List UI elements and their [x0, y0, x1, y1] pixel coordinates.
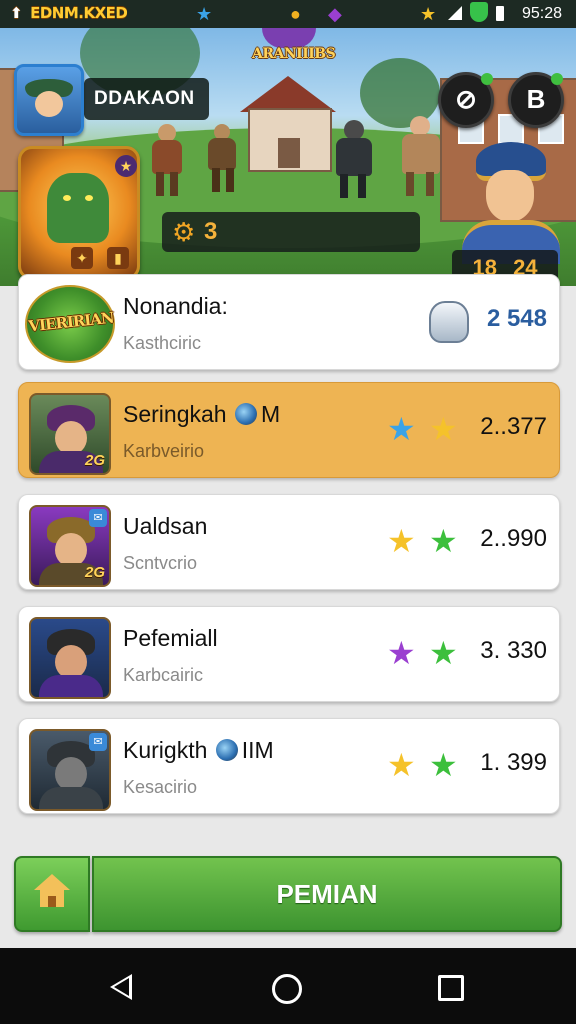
player-avatar[interactable] [14, 64, 84, 136]
bottom-action-bar: PEMIAN [14, 856, 562, 932]
home-icon [34, 874, 70, 910]
list-item-score: 2..377 [480, 413, 547, 440]
status-time: 95:28 [521, 5, 562, 22]
gold-star-icon: ★ [387, 523, 416, 559]
play-button[interactable]: PEMIAN [92, 856, 562, 932]
compass-icon: ⊘ [455, 84, 477, 114]
blue-star-icon: ★ [196, 4, 213, 24]
list-item[interactable]: ✉ Kurigkth IIM Kesacirio ★ ★ 1. 399 [18, 718, 560, 814]
gold-star-icon: ★ [429, 411, 458, 447]
notification-dot [551, 73, 563, 85]
purple-gem-icon: ◆ [328, 4, 342, 24]
signal-icon [448, 6, 462, 20]
book-icon: ▮ [107, 247, 129, 269]
list-item-highlighted[interactable]: 2G Seringkah M Karbveirio ★ ★ 2..377 [18, 382, 560, 478]
list-item-name: Seringkah M [123, 401, 281, 427]
chat-badge-icon: ✉ [89, 733, 107, 751]
status-app-logo: ⬆ EDNM.KXED [10, 4, 128, 22]
back-icon-inner [114, 978, 129, 996]
avatar: 2G [29, 393, 111, 475]
list-item[interactable]: Pefemiall Karbcairic ★ ★ 3. 330 [18, 606, 560, 702]
avatar: ✉ [29, 729, 111, 811]
avatar: ✉ 2G [29, 505, 111, 587]
featured-hero-card[interactable]: ★ ✦ ▮ [18, 146, 140, 280]
green-star-icon: ★ [429, 523, 458, 559]
list-item-subtitle: Kesacirio [123, 777, 198, 797]
profile-badge-button[interactable]: B [508, 72, 564, 128]
list-item-subtitle: Scntvcrio [123, 553, 198, 573]
barn [248, 108, 332, 172]
list-item-name: Kurigkth IIM [123, 737, 274, 763]
barn-roof [240, 76, 336, 112]
list-item[interactable]: VIERIRIAN Nonandia: Kasthciric 2 548 [18, 274, 560, 370]
profile-badge-label: B [526, 84, 546, 114]
gear-icon: ⚙ [172, 217, 196, 247]
blue-star-icon: ★ [387, 411, 416, 447]
status-bar: ⬆ EDNM.KXED ★ ● ◆ ★ 95:28 [0, 0, 576, 28]
sparkle-icon: ✦ [71, 247, 93, 269]
avatar-level: 2G [84, 452, 105, 469]
battery-icon [496, 6, 504, 21]
list-item-score: 2 548 [486, 305, 547, 332]
star-badge-icon: ★ [115, 155, 137, 177]
avatar [29, 617, 111, 699]
list-item-subtitle: Karbcairic [123, 665, 204, 685]
home-button[interactable] [14, 856, 90, 932]
list-item[interactable]: ✉ 2G Ualdsan Scntvcrio ★ ★ 2..990 [18, 494, 560, 590]
tree-decoration [360, 58, 440, 128]
game-title: ARANIIIBS [252, 46, 336, 62]
list-item-name: Pefemiall [123, 625, 218, 651]
guild-emblem: VIERIRIAN [25, 285, 115, 363]
shield-icon [470, 2, 488, 22]
notification-dot [481, 73, 493, 85]
orc-portrait [47, 173, 109, 243]
system-nav-bar [0, 948, 576, 1024]
tooth-icon [429, 301, 469, 343]
resource-value: 3 [204, 218, 218, 245]
list-item-score: 2..990 [480, 525, 547, 552]
list-item-subtitle: Karbveirio [123, 441, 205, 461]
avatar-level: 2G [84, 564, 105, 581]
list-item-name: Nonandia: [123, 293, 228, 319]
upload-icon: ⬆ [10, 4, 23, 22]
list-item-score: 1. 399 [480, 749, 547, 776]
list-item-name: Ualdsan [123, 513, 208, 539]
coin-icon: ● [290, 4, 301, 24]
orb-icon [215, 739, 238, 761]
list-item-subtitle: Kasthciric [123, 333, 202, 353]
player-name: DDAKAON [84, 78, 209, 120]
green-star-icon: ★ [429, 747, 458, 783]
compass-button[interactable]: ⊘ [438, 72, 494, 128]
emblem-text: VIERIRIAN [27, 308, 115, 336]
title-crest [262, 28, 316, 48]
resource-bar: ⚙ 3 [162, 212, 420, 252]
hero-portrait [456, 136, 566, 264]
gold-star-icon: ★ [420, 4, 437, 24]
recent-apps-icon[interactable] [438, 975, 464, 1001]
chat-badge-icon: ✉ [89, 509, 107, 527]
green-star-icon: ★ [429, 635, 458, 671]
gold-star-icon: ★ [387, 747, 416, 783]
list-item-score: 3. 330 [480, 637, 547, 664]
purple-star-icon: ★ [387, 635, 416, 671]
orb-icon [234, 403, 257, 425]
home-circle-icon[interactable] [272, 974, 302, 1004]
game-hero-scene: ARANIIIBS DDAKAON ⊘ B ★ ✦ ▮ ⚙ 3 18 24 [0, 28, 576, 286]
